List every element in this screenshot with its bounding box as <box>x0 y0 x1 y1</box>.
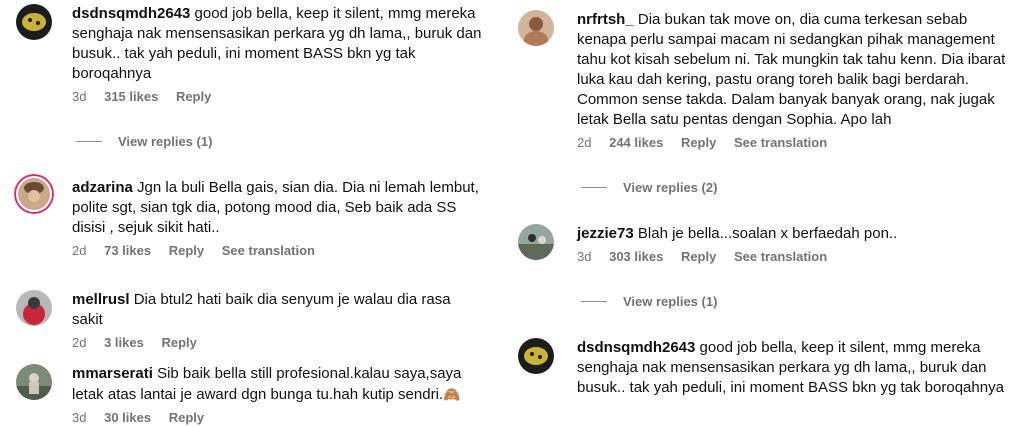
comment-meta: 3d 30 likes Reply <box>72 410 482 425</box>
see-translation-button[interactable]: See translation <box>222 243 315 258</box>
comment-time: 3d <box>72 89 87 104</box>
likes-count[interactable]: 303 likes <box>609 249 663 264</box>
comment-meta: 3d 315 likes Reply <box>72 89 482 104</box>
likes-count[interactable]: 244 likes <box>609 135 663 150</box>
likes-count[interactable]: 3 likes <box>104 335 144 350</box>
comment-text: mellrusl Dia btul2 hati baik dia senyum … <box>72 290 482 330</box>
likes-count[interactable]: 315 likes <box>104 89 158 104</box>
comment-text: dsdnsqmdh2643 good job bella, keep it si… <box>577 338 1007 398</box>
reply-button[interactable]: Reply <box>169 243 204 258</box>
comment-username[interactable]: nrfrtsh_ <box>577 11 634 28</box>
avatar[interactable] <box>16 4 52 40</box>
view-replies-label: View replies (1) <box>118 134 213 149</box>
comment-text: nrfrtsh_ Dia bukan tak move on, dia cuma… <box>577 10 1017 130</box>
comment-text: adzarina Jgn la buli Bella gais, sian di… <box>72 178 482 238</box>
view-replies-label: View replies (1) <box>623 294 718 309</box>
comment-username[interactable]: mmarserati <box>72 365 153 382</box>
comment-text: mmarserati Sib baik bella still profesio… <box>72 364 482 405</box>
reply-button[interactable]: Reply <box>169 410 204 425</box>
avatar[interactable] <box>518 224 554 260</box>
reply-button[interactable]: Reply <box>176 89 211 104</box>
view-replies-label: View replies (2) <box>623 180 718 195</box>
comment-meta: 3d 303 likes Reply See translation <box>577 249 1017 264</box>
comment-meta: 2d 73 likes Reply See translation <box>72 243 482 258</box>
avatar[interactable] <box>16 364 52 400</box>
comment-text: jezzie73 Blah je bella...soalan x berfae… <box>577 224 1017 244</box>
see-no-evil-monkey-icon: 🙈 <box>443 386 461 402</box>
comment-meta: 2d 3 likes Reply <box>72 335 482 350</box>
comment-time: 2d <box>72 243 87 258</box>
comment-body: Jgn la buli Bella gais, sian dia. Dia ni… <box>72 179 479 236</box>
avatar[interactable] <box>518 10 554 46</box>
comment-body: Blah je bella...soalan x berfaedah pon.. <box>637 225 898 242</box>
likes-count[interactable]: 30 likes <box>104 410 151 425</box>
comment-text: dsdnsqmdh2643 good job bella, keep it si… <box>72 4 482 84</box>
avatar[interactable] <box>518 338 554 374</box>
reply-button[interactable]: Reply <box>681 249 716 264</box>
see-translation-button[interactable]: See translation <box>734 249 827 264</box>
avatar[interactable] <box>16 290 52 326</box>
comment-time: 3d <box>72 410 87 425</box>
comment-username[interactable]: dsdnsqmdh2643 <box>577 339 695 356</box>
comment-username[interactable]: adzarina <box>72 179 133 196</box>
see-translation-button[interactable]: See translation <box>734 135 827 150</box>
divider <box>76 141 102 142</box>
divider <box>581 187 607 188</box>
avatar[interactable] <box>14 174 54 214</box>
comment-meta: 2d 244 likes Reply See translation <box>577 135 1017 150</box>
comment-time: 3d <box>577 249 592 264</box>
view-replies-button[interactable]: View replies (1) <box>76 134 212 149</box>
comment-time: 2d <box>577 135 592 150</box>
likes-count[interactable]: 73 likes <box>104 243 151 258</box>
reply-button[interactable]: Reply <box>161 335 196 350</box>
comment-body: Dia bukan tak move on, dia cuma terkesan… <box>577 11 1006 128</box>
view-replies-button[interactable]: View replies (2) <box>581 180 717 195</box>
view-replies-button[interactable]: View replies (1) <box>581 294 717 309</box>
comment-username[interactable]: mellrusl <box>72 291 130 308</box>
divider <box>581 301 607 302</box>
comment-username[interactable]: jezzie73 <box>577 225 634 242</box>
comment-username[interactable]: dsdnsqmdh2643 <box>72 5 190 22</box>
comment-time: 2d <box>72 335 87 350</box>
reply-button[interactable]: Reply <box>681 135 716 150</box>
